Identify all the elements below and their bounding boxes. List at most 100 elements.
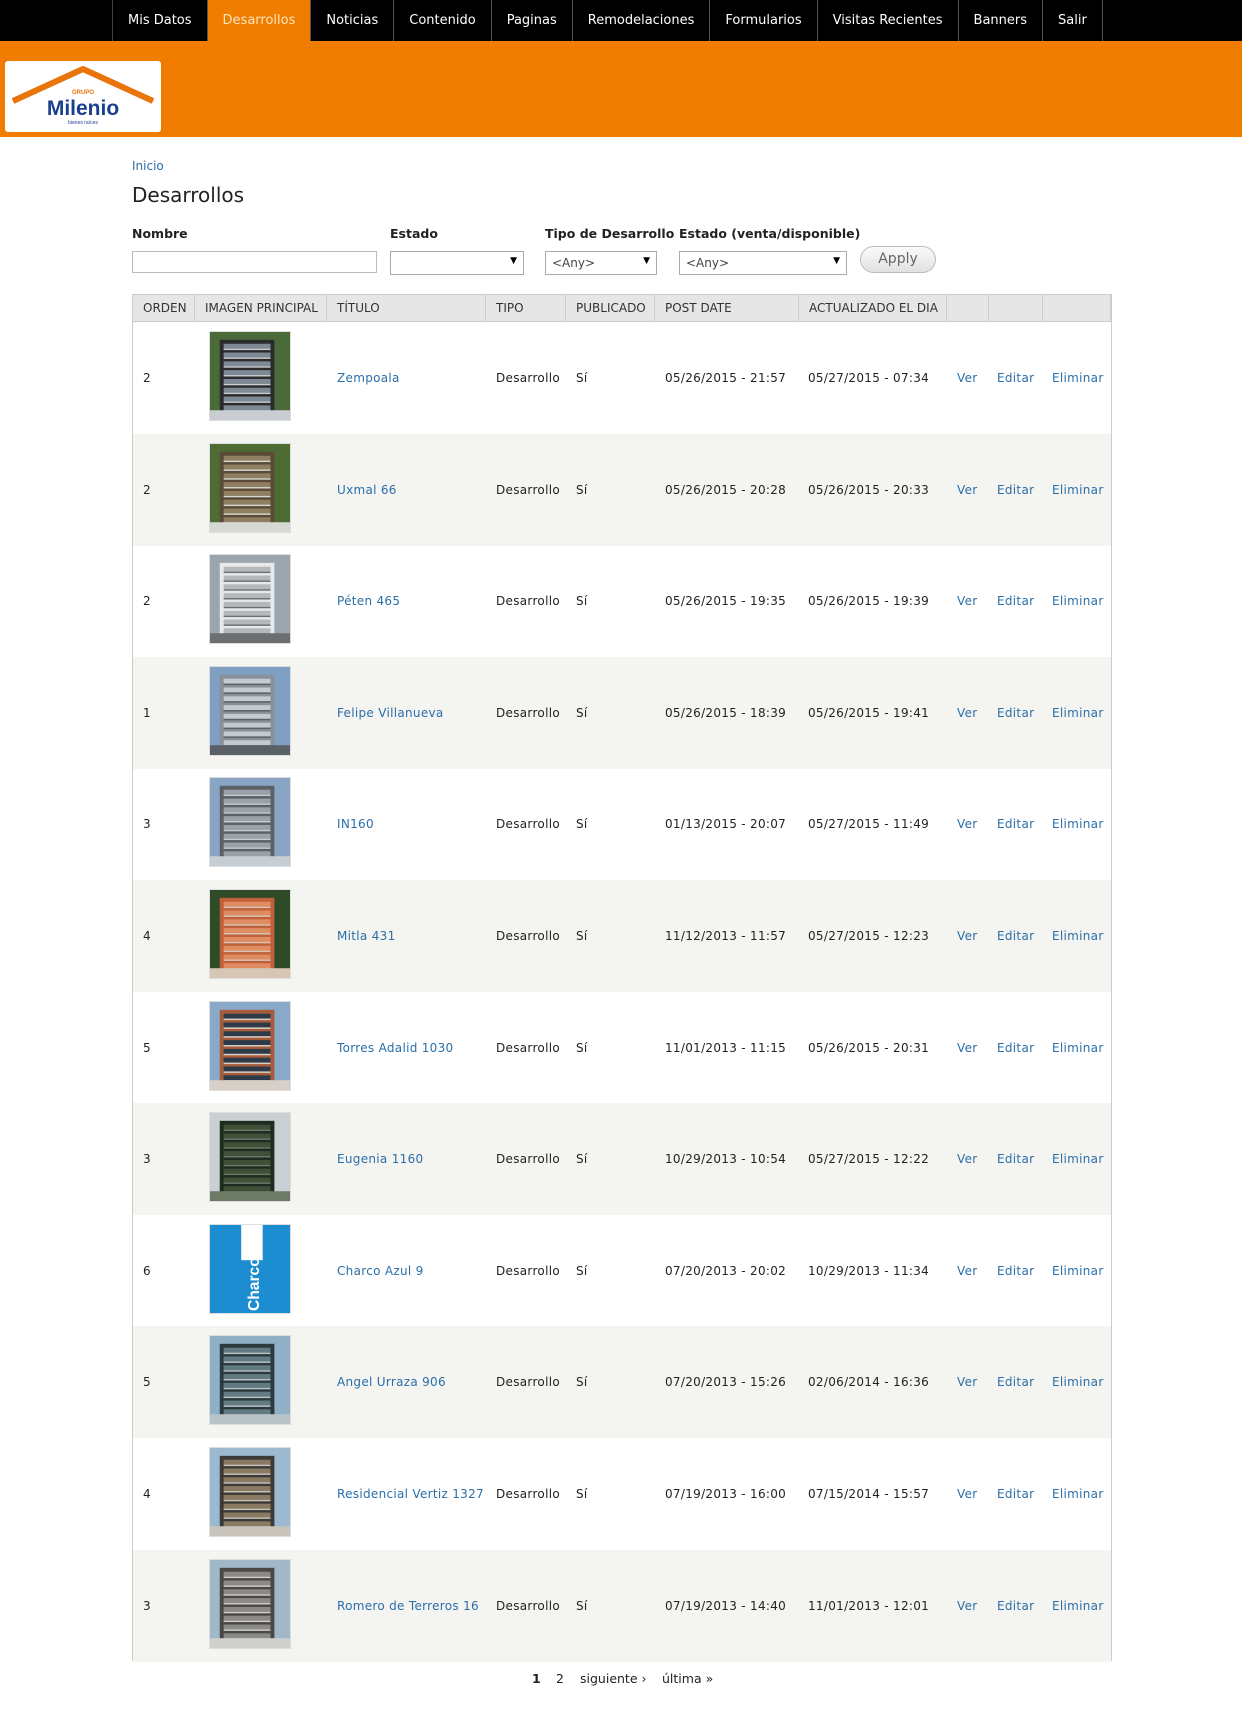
edit-link[interactable]: Editar: [997, 880, 1034, 992]
row-title-link[interactable]: Felipe Villanueva: [337, 657, 444, 769]
estado-select[interactable]: ▼: [390, 251, 524, 275]
development-thumbnail[interactable]: [209, 554, 291, 645]
view-link[interactable]: Ver: [957, 434, 978, 546]
delete-link[interactable]: Eliminar: [1052, 322, 1104, 434]
edit-link[interactable]: Editar: [997, 1103, 1034, 1215]
nav-item-desarrollos[interactable]: Desarrollos: [207, 0, 312, 41]
delete-link[interactable]: Eliminar: [1052, 1550, 1104, 1662]
view-link[interactable]: Ver: [957, 1550, 978, 1662]
development-thumbnail[interactable]: [209, 331, 291, 421]
column-header-imagen[interactable]: IMAGEN PRINCIPAL: [195, 295, 327, 321]
delete-link[interactable]: Eliminar: [1052, 768, 1104, 880]
row-title-link[interactable]: Angel Urraza 906: [337, 1326, 446, 1438]
nav-item-banners[interactable]: Banners: [959, 0, 1044, 41]
development-thumbnail[interactable]: [209, 1000, 291, 1091]
row-title-link[interactable]: Residencial Vertiz 1327: [337, 1438, 484, 1550]
delete-link[interactable]: Eliminar: [1052, 1326, 1104, 1438]
development-thumbnail[interactable]: [209, 889, 291, 979]
estado-vd-select[interactable]: <Any> ▼: [679, 251, 847, 275]
nav-item-formularios[interactable]: Formularios: [710, 0, 818, 41]
row-publicado: Sí: [576, 1487, 588, 1501]
delete-link[interactable]: Eliminar: [1052, 1215, 1104, 1327]
row-title-link[interactable]: Eugenia 1160: [337, 1103, 423, 1215]
view-link[interactable]: Ver: [957, 657, 978, 769]
view-link[interactable]: Ver: [957, 992, 978, 1104]
table-row: 3 Romero de Terreros 16 Desarrollo Sí 07/19/…: [133, 1549, 1111, 1662]
row-actualizado: 02/06/2014 - 16:36: [808, 1375, 930, 1390]
tipo-select[interactable]: <Any> ▼: [545, 251, 657, 275]
development-thumbnail[interactable]: [209, 1112, 291, 1203]
view-link[interactable]: Ver: [957, 545, 978, 657]
column-header-orden[interactable]: ORDEN: [133, 295, 195, 321]
edit-link[interactable]: Editar: [997, 1326, 1034, 1438]
row-actualizado: 07/15/2014 - 15:57: [808, 1487, 930, 1501]
edit-link[interactable]: Editar: [997, 1215, 1034, 1327]
row-title-link[interactable]: Torres Adalid 1030: [337, 992, 453, 1104]
tipo-select-value: <Any>: [552, 256, 596, 270]
edit-link[interactable]: Editar: [997, 992, 1034, 1104]
row-title-link[interactable]: Mitla 431: [337, 880, 396, 992]
row-tipo: Desarrollo: [496, 705, 560, 720]
column-header-tipo[interactable]: TIPO: [486, 295, 566, 321]
pager-next[interactable]: siguiente ›: [580, 1671, 647, 1686]
view-link[interactable]: Ver: [957, 1326, 978, 1438]
nav-item-salir[interactable]: Salir: [1043, 0, 1103, 41]
view-link[interactable]: Ver: [957, 1438, 978, 1550]
row-title-link[interactable]: Romero de Terreros 16: [337, 1550, 479, 1662]
edit-link[interactable]: Editar: [997, 322, 1034, 434]
row-title-link[interactable]: Zempoala: [337, 322, 400, 434]
delete-link[interactable]: Eliminar: [1052, 1438, 1104, 1550]
row-title-link[interactable]: IN160: [337, 768, 374, 880]
tipo-label: Tipo de Desarrollo: [545, 226, 675, 241]
edit-link[interactable]: Editar: [997, 545, 1034, 657]
nav-item-visitas-recientes[interactable]: Visitas Recientes: [818, 0, 959, 41]
site-logo[interactable]: GRUPO Milenio bienes raíces: [5, 61, 161, 132]
row-title-link[interactable]: Péten 465: [337, 545, 400, 657]
edit-link[interactable]: Editar: [997, 1550, 1034, 1662]
row-orden: 2: [143, 371, 151, 385]
nav-item-remodelaciones[interactable]: Remodelaciones: [573, 0, 711, 41]
view-link[interactable]: Ver: [957, 1103, 978, 1215]
development-thumbnail[interactable]: [209, 442, 291, 533]
development-thumbnail[interactable]: [209, 1447, 291, 1537]
delete-link[interactable]: Eliminar: [1052, 657, 1104, 769]
logo-sub: bienes raíces: [68, 120, 98, 126]
pager-last[interactable]: última »: [662, 1671, 713, 1686]
column-header-actualizado[interactable]: ACTUALIZADO EL DIA: [799, 295, 947, 321]
view-link[interactable]: Ver: [957, 880, 978, 992]
edit-link[interactable]: Editar: [997, 434, 1034, 546]
view-link[interactable]: Ver: [957, 1215, 978, 1327]
delete-link[interactable]: Eliminar: [1052, 992, 1104, 1104]
table-row: 2 Zempoala Desarrollo Sí 05/26/2015 - 21:57 0…: [133, 322, 1111, 434]
row-publicado: Sí: [576, 482, 588, 497]
apply-button[interactable]: Apply: [860, 246, 936, 273]
view-link[interactable]: Ver: [957, 322, 978, 434]
development-thumbnail[interactable]: [209, 665, 291, 756]
edit-link[interactable]: Editar: [997, 1438, 1034, 1550]
nav-item-mis-datos[interactable]: Mis Datos: [113, 0, 208, 41]
row-actualizado: 05/26/2015 - 20:33: [808, 482, 930, 497]
delete-link[interactable]: Eliminar: [1052, 880, 1104, 992]
row-title-link[interactable]: Charco Azul 9: [337, 1215, 424, 1327]
view-link[interactable]: Ver: [957, 768, 978, 880]
nav-item-noticias[interactable]: Noticias: [311, 0, 395, 41]
development-thumbnail[interactable]: [209, 1335, 291, 1426]
row-title-link[interactable]: Uxmal 66: [337, 434, 397, 546]
column-header-titulo[interactable]: TÍTULO: [327, 295, 486, 321]
edit-link[interactable]: Editar: [997, 768, 1034, 880]
delete-link[interactable]: Eliminar: [1052, 1103, 1104, 1215]
nav-item-paginas[interactable]: Paginas: [492, 0, 573, 41]
development-thumbnail[interactable]: [209, 777, 291, 868]
column-header-publicado[interactable]: PUBLICADO: [566, 295, 655, 321]
delete-link[interactable]: Eliminar: [1052, 545, 1104, 657]
pager-page-2[interactable]: 2: [556, 1671, 564, 1686]
development-thumbnail[interactable]: Charco Azul: [209, 1223, 291, 1314]
nombre-input[interactable]: [132, 251, 377, 273]
nav-item-contenido[interactable]: Contenido: [394, 0, 492, 41]
delete-link[interactable]: Eliminar: [1052, 434, 1104, 546]
development-thumbnail[interactable]: [209, 1558, 291, 1649]
breadcrumb-home[interactable]: Inicio: [132, 159, 164, 173]
edit-link[interactable]: Editar: [997, 657, 1034, 769]
table-row: 3 Eugenia 1160 Desarrollo Sí 10/29/2013 - 10…: [133, 1103, 1111, 1216]
column-header-post-date[interactable]: POST DATE: [655, 295, 799, 321]
